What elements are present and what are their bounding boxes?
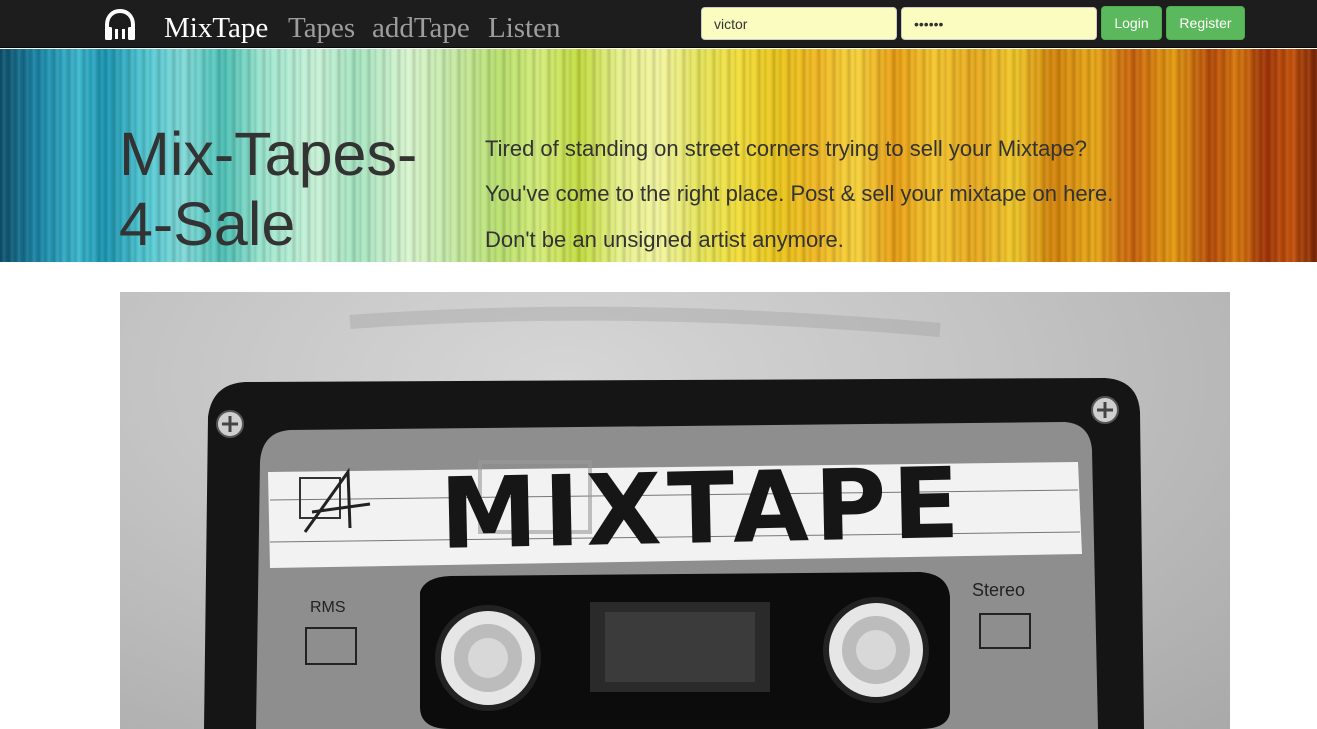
hero-title: Mix-Tapes-4-Sale — [119, 120, 418, 258]
nav-tapes-link[interactable]: Tapes — [288, 10, 355, 46]
hero-tagline-2: You've come to the right place. Post & s… — [485, 181, 1114, 206]
cassette-stereo-text: Stereo — [972, 580, 1025, 600]
username-input[interactable] — [701, 7, 897, 40]
headphones-icon[interactable] — [103, 9, 137, 41]
cassette-rms-text: RMS — [310, 599, 346, 616]
nav-addtape-link[interactable]: addTape — [372, 10, 470, 46]
cassette-illustration: MIXTAPE RMS Stereo — [204, 306, 1144, 729]
hero-banner: Mix-Tapes-4-Sale Tired of standing on st… — [0, 49, 1317, 262]
brand-link[interactable]: MixTape — [164, 10, 268, 46]
navbar: MixTape Tapes addTape Listen Login Regis… — [0, 0, 1317, 48]
register-button[interactable]: Register — [1166, 6, 1245, 40]
hero-tagline-1: Tired of standing on street corners tryi… — [485, 136, 1088, 161]
login-button[interactable]: Login — [1101, 6, 1162, 40]
cassette-label-text: MIXTAPE — [439, 447, 967, 572]
cassette-image: MIXTAPE RMS Stereo — [120, 292, 1230, 729]
password-input[interactable] — [901, 7, 1097, 40]
nav-listen-link[interactable]: Listen — [488, 10, 561, 46]
hero-tagline-3: Don't be an unsigned artist anymore. — [485, 227, 844, 252]
